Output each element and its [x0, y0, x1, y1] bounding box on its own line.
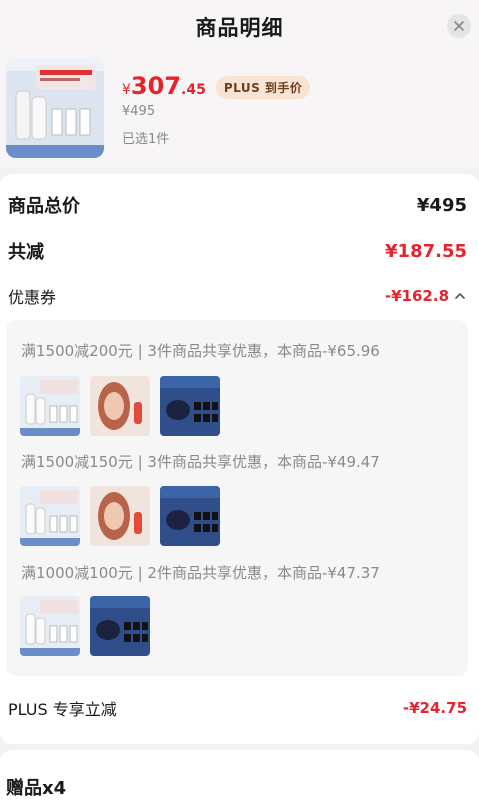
- product-thumb-lancome[interactable]: [20, 376, 80, 436]
- product-thumb-lancome[interactable]: [20, 596, 80, 656]
- lancome-cream-image: [20, 376, 80, 436]
- price-detail-card: 商品总价 ¥495 共减 ¥187.55 优惠券 -¥162.8 满1500减2…: [0, 174, 479, 744]
- woman-portrait-image: [90, 486, 150, 546]
- lancome-cream-image: [20, 596, 80, 656]
- coupon-rule: 满1000减100元 | 2件商品共享优惠，本商品-¥47.37: [21, 564, 380, 582]
- coupon-value-group: -¥162.8: [385, 287, 467, 305]
- close-button[interactable]: [447, 14, 471, 38]
- coupon-product-images: [20, 486, 220, 546]
- total-price-label: 商品总价: [8, 196, 80, 217]
- coupon-row[interactable]: 优惠券 -¥162.8: [8, 284, 467, 308]
- original-price: ¥495: [122, 104, 156, 119]
- coupon-product-images: [20, 376, 220, 436]
- price-row: ¥ 307 .45 PLUS 到手价: [122, 72, 311, 102]
- product-thumb-jar-set[interactable]: [160, 486, 220, 546]
- plus-discount-label: PLUS 专享立减: [8, 700, 117, 719]
- blue-jar-set-image: [160, 486, 220, 546]
- blue-jar-set-image: [160, 376, 220, 436]
- coupon-value: -¥162.8: [384, 287, 449, 305]
- page-title: 商品明细: [195, 16, 284, 40]
- plus-discount-row: PLUS 专享立减 -¥24.75: [8, 696, 467, 720]
- product-image: [6, 57, 104, 158]
- product-thumb-jar-set[interactable]: [90, 596, 150, 656]
- plus-discount-value: -¥24.75: [402, 699, 467, 717]
- currency-symbol: ¥: [122, 82, 131, 98]
- total-price-value: ¥495: [416, 194, 467, 216]
- header: 商品明细: [0, 0, 479, 52]
- coupon-label: 优惠券: [8, 288, 57, 307]
- coupon-rule: 满1500减200元 | 3件商品共享优惠，本商品-¥65.96: [21, 342, 380, 360]
- discount-row: 共减 ¥187.55: [8, 238, 467, 264]
- product-thumb-portrait[interactable]: [90, 376, 150, 436]
- woman-portrait-image: [90, 376, 150, 436]
- lancome-cream-image: [20, 486, 80, 546]
- coupon-rule: 满1500减150元 | 3件商品共享优惠，本商品-¥49.47: [21, 453, 380, 471]
- price-decimal: .45: [181, 82, 206, 98]
- coupon-detail-box: 满1500减200元 | 3件商品共享优惠，本商品-¥65.96 满1500减1…: [6, 320, 468, 676]
- blue-jar-set-image: [90, 596, 150, 656]
- plus-price-badge: PLUS 到手价: [215, 75, 311, 99]
- product-summary: ¥ 307 .45 PLUS 到手价 ¥495 已选1件: [0, 52, 479, 168]
- total-price-row: 商品总价 ¥495: [8, 192, 467, 218]
- price-integer: 307: [130, 72, 182, 100]
- product-thumb-lancome[interactable]: [20, 486, 80, 546]
- close-icon: [454, 21, 464, 31]
- selected-count: 已选1件: [122, 132, 170, 147]
- product-thumbnail[interactable]: [6, 57, 104, 158]
- coupon-product-images: [20, 596, 150, 656]
- gift-card[interactable]: 赠品x4: [0, 750, 479, 806]
- chevron-up-icon[interactable]: [453, 289, 467, 303]
- gift-label: 赠品x4: [6, 778, 67, 799]
- product-thumb-jar-set[interactable]: [160, 376, 220, 436]
- discount-value: ¥187.55: [385, 240, 467, 262]
- product-thumb-portrait[interactable]: [90, 486, 150, 546]
- discount-label: 共减: [8, 242, 44, 263]
